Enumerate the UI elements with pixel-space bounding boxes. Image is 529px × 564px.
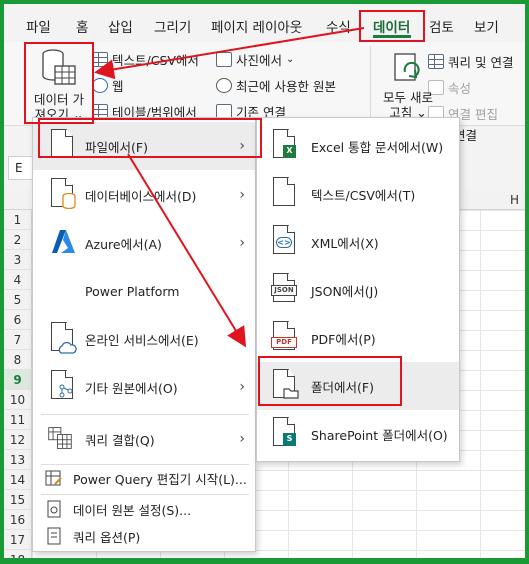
database-icon — [51, 178, 77, 210]
chevron-right-icon: › — [239, 235, 245, 251]
row-header[interactable]: 13 — [4, 450, 32, 470]
chevron-right-icon: › — [239, 431, 245, 447]
highlight-from-file-item — [38, 118, 262, 158]
row-header[interactable]: 3 — [4, 250, 32, 270]
submenu-item-json[interactable]: JSON JSON에서(J) — [257, 266, 459, 314]
menu-item-combine-queries[interactable]: 쿼리 결합(Q) › — [33, 415, 255, 463]
power-query-editor-icon — [45, 470, 62, 486]
tab-formulas[interactable]: 수식 — [326, 16, 351, 36]
from-text-csv-button[interactable]: 텍스트/CSV에서 — [92, 50, 199, 69]
submenu-item-pdf[interactable]: PDF PDF에서(P) — [257, 314, 459, 362]
clock-icon — [216, 78, 232, 93]
tab-home[interactable]: 홈 — [76, 16, 88, 36]
row-header[interactable]: 7 — [4, 330, 32, 350]
pdf-file-icon: PDF — [271, 321, 299, 353]
picture-icon — [216, 52, 232, 67]
highlight-data-tab — [359, 10, 425, 42]
column-header-h[interactable]: H — [510, 193, 519, 207]
menu-item-from-azure[interactable]: Azure에서(A) › — [33, 219, 255, 267]
row-header[interactable]: 17 — [4, 530, 32, 550]
xml-file-icon: <> — [273, 225, 299, 257]
tab-view[interactable]: 보기 — [474, 16, 499, 36]
recent-sources-button[interactable]: 최근에 사용한 원본 — [216, 76, 336, 95]
submenu-item-text-csv[interactable]: 텍스트/CSV에서(T) — [257, 170, 459, 218]
tab-file[interactable]: 파일 — [26, 16, 51, 36]
ribbon-tabs: 파일 홈 삽입 그리기 페이지 레이아웃 수식 데이터 검토 보기 — [4, 4, 525, 42]
refresh-all-button[interactable]: 모두 새로 고침 ⌄ — [379, 50, 437, 122]
tab-draw[interactable]: 그리기 — [154, 16, 191, 36]
data-source-settings-icon — [47, 500, 61, 518]
highlight-get-data-button — [24, 42, 94, 124]
row-header[interactable]: 11 — [4, 410, 32, 430]
menu-item-power-platform[interactable]: Power Platform — [33, 267, 255, 315]
from-picture-button[interactable]: 사진에서 ⌄ — [216, 50, 294, 69]
chevron-right-icon: › — [239, 331, 245, 347]
combine-queries-icon — [48, 427, 72, 449]
menu-item-data-source-settings[interactable]: 데이터 원본 설정(S)... — [33, 496, 255, 522]
row-header[interactable]: 10 — [4, 390, 32, 410]
chevron-down-icon: ⌄ — [286, 54, 295, 65]
chevron-right-icon: › — [239, 187, 245, 203]
text-file-icon — [273, 177, 299, 209]
row-header[interactable]: 2 — [4, 230, 32, 250]
menu-item-from-database[interactable]: 데이터베이스에서(D) › — [33, 171, 255, 219]
row-header[interactable]: 1 — [4, 210, 32, 230]
tab-page-layout[interactable]: 페이지 레이아웃 — [211, 16, 302, 36]
azure-icon — [52, 230, 75, 253]
sharepoint-file-icon: S — [273, 417, 299, 449]
submenu-item-excel-workbook[interactable]: X Excel 통합 문서에서(W) — [257, 122, 459, 170]
get-data-menu: 파일에서(F) › 데이터베이스에서(D) › Azure에서(A) › Pow… — [32, 117, 256, 552]
row-header[interactable]: 14 — [4, 470, 32, 490]
row-header[interactable]: 12 — [4, 430, 32, 450]
submenu-item-sharepoint-folder[interactable]: S SharePoint 폴더에서(O) — [257, 410, 459, 458]
cloud-file-icon — [51, 322, 77, 354]
from-file-submenu: X Excel 통합 문서에서(W) 텍스트/CSV에서(T) <> XML에서… — [256, 117, 460, 462]
submenu-item-xml[interactable]: <> XML에서(X) — [257, 218, 459, 266]
row-header[interactable]: 5 — [4, 290, 32, 310]
row-header[interactable]: 16 — [4, 510, 32, 530]
row-header[interactable]: 6 — [4, 310, 32, 330]
excel-file-icon: X — [273, 129, 299, 161]
from-web-button[interactable]: 웹 — [92, 76, 124, 95]
text-file-icon — [92, 52, 108, 67]
row-header[interactable]: 15 — [4, 490, 32, 510]
tab-insert[interactable]: 삽입 — [108, 16, 133, 36]
row-header[interactable]: 4 — [4, 270, 32, 290]
highlight-from-folder-item — [258, 356, 402, 406]
refresh-all-line1: 모두 새로 — [383, 90, 433, 105]
menu-separator — [41, 494, 249, 495]
menu-item-from-other-sources[interactable]: 기타 원본에서(O) › — [33, 363, 255, 411]
globe-icon — [92, 78, 108, 93]
ribbon-divider — [370, 46, 371, 120]
json-file-icon: JSON — [271, 273, 299, 305]
row-header[interactable]: 9 — [4, 370, 32, 390]
row-header[interactable]: 8 — [4, 350, 32, 370]
refresh-icon — [394, 53, 420, 81]
excel-window: 파일 홈 삽입 그리기 페이지 레이아웃 수식 데이터 검토 보기 텍스트/CS… — [4, 4, 525, 558]
tab-review[interactable]: 검토 — [429, 16, 454, 36]
menu-item-from-online-services[interactable]: 온라인 서비스에서(E) › — [33, 315, 255, 363]
menu-item-query-options[interactable]: 쿼리 옵션(P) — [33, 523, 255, 549]
query-options-icon — [47, 527, 61, 545]
menu-item-power-query-editor[interactable]: Power Query 편집기 시작(L)... — [33, 465, 255, 491]
queries-connections-button[interactable]: 쿼리 및 연결 — [428, 52, 513, 71]
row-header[interactable]: 18 — [4, 550, 32, 558]
other-sources-icon — [51, 370, 77, 402]
chevron-right-icon: › — [239, 379, 245, 395]
